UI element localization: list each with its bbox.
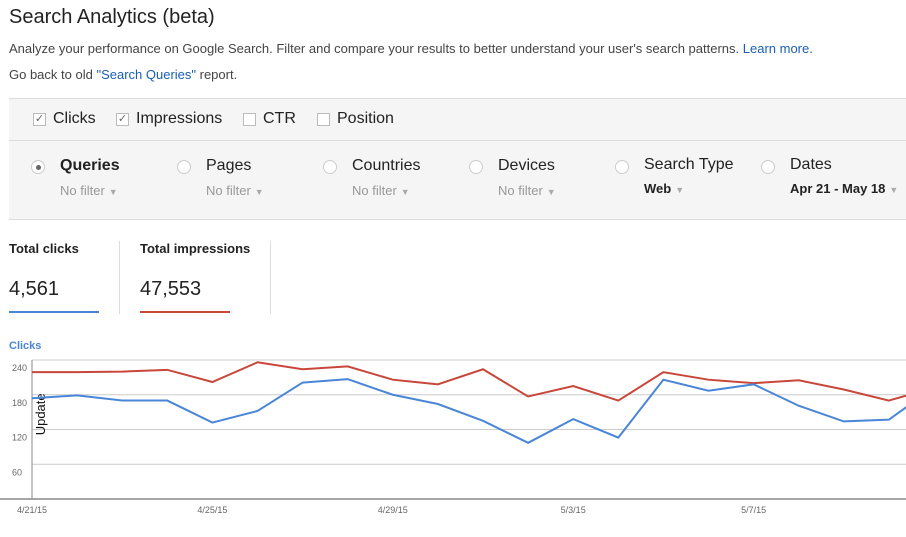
chart-title: Clicks: [9, 340, 41, 352]
radio-icon[interactable]: [761, 160, 775, 174]
y-tick-label: 240: [12, 363, 27, 373]
filter-dropdown[interactable]: No filter ▼: [60, 183, 118, 198]
filter-panel: ✓ Clicks ✓ Impressions CTR Position Querie…: [9, 98, 906, 220]
total-value: 4,561: [9, 278, 60, 300]
dimension-label: Queries: [60, 157, 120, 174]
caret-down-icon: ▼: [675, 185, 685, 195]
dimension-label: Countries: [352, 157, 421, 174]
metric-label: CTR: [263, 110, 296, 127]
old-report-text: Go back to old "Search Queries" report.: [9, 67, 237, 82]
old-report-prefix: Go back to old: [9, 67, 97, 82]
filter-value: No filter: [60, 183, 105, 198]
page-description: Analyze your performance on Google Searc…: [9, 41, 813, 56]
metric-impressions-checkbox[interactable]: ✓ Impressions: [116, 110, 222, 128]
learn-more-link[interactable]: Learn more.: [743, 41, 813, 56]
clicks-underline: [9, 311, 99, 313]
radio-icon[interactable]: [177, 160, 191, 174]
search-queries-link[interactable]: "Search Queries": [96, 67, 196, 82]
checkbox-icon: [317, 112, 330, 126]
filter-dropdown[interactable]: No filter ▼: [352, 183, 410, 198]
metric-ctr-checkbox[interactable]: CTR: [243, 110, 296, 128]
filter-dropdown[interactable]: No filter ▼: [206, 183, 264, 198]
metrics-bar: ✓ Clicks ✓ Impressions CTR Position: [9, 99, 906, 141]
y-tick-label: 120: [12, 433, 27, 443]
y-tick-label: 180: [12, 398, 27, 408]
checkbox-icon: ✓: [33, 112, 46, 126]
total-impressions-card[interactable]: Total impressions 47,553: [140, 241, 251, 313]
radio-icon[interactable]: [323, 160, 337, 174]
filter-value: No filter: [352, 183, 397, 198]
filter-value: No filter: [206, 183, 251, 198]
metric-clicks-checkbox[interactable]: ✓ Clicks: [33, 110, 96, 128]
metric-label: Impressions: [136, 110, 223, 127]
radio-icon[interactable]: [31, 160, 45, 174]
x-tick-label: 5/7/15: [741, 505, 766, 515]
divider: [270, 241, 271, 314]
total-label: Total impressions: [140, 241, 251, 256]
total-clicks-card[interactable]: Total clicks 4,561: [9, 241, 99, 313]
divider: [119, 241, 120, 314]
checkbox-icon: [243, 112, 256, 126]
caret-down-icon: ▼: [889, 185, 899, 195]
page-title: Search Analytics (beta): [9, 6, 215, 28]
x-tick-label: 4/25/15: [197, 505, 227, 515]
description-text: Analyze your performance on Google Searc…: [9, 41, 740, 56]
filter-dropdown[interactable]: Web ▼: [644, 181, 684, 196]
metric-label: Position: [337, 110, 394, 127]
x-tick-label: 4/29/15: [378, 505, 408, 515]
radio-icon[interactable]: [615, 160, 629, 174]
total-label: Total clicks: [9, 241, 79, 256]
caret-down-icon: ▼: [254, 187, 264, 197]
old-report-suffix: report.: [196, 67, 238, 82]
y-tick-label: 60: [12, 467, 22, 477]
x-tick-label: 5/3/15: [561, 505, 586, 515]
impressions-underline: [140, 311, 230, 313]
performance-chart: Clicks 60 120 180 240 4/21/15 4/25/15 4/29/15 5/…: [0, 340, 906, 515]
filter-value: No filter: [498, 183, 543, 198]
update-annotation: Update: [33, 393, 48, 435]
radio-icon[interactable]: [469, 160, 483, 174]
dimension-label: Devices: [498, 157, 555, 174]
x-tick-label: 4/21/15: [17, 505, 47, 515]
filter-dropdown[interactable]: Apr 21 - May 18 ▼: [790, 181, 898, 196]
filter-dropdown[interactable]: No filter ▼: [498, 183, 556, 198]
metric-label: Clicks: [53, 110, 96, 127]
dimension-label: Dates: [790, 156, 832, 173]
caret-down-icon: ▼: [546, 187, 556, 197]
dimension-label: Search Type: [644, 156, 734, 173]
total-value: 47,553: [140, 278, 202, 300]
metric-position-checkbox[interactable]: Position: [317, 110, 394, 128]
series-line-clicks: [31, 378, 906, 444]
caret-down-icon: ▼: [108, 187, 118, 197]
filter-value: Apr 21 - May 18: [790, 181, 886, 196]
checkbox-icon: ✓: [116, 112, 129, 126]
filter-value: Web: [644, 181, 672, 196]
dimension-label: Pages: [206, 157, 252, 174]
caret-down-icon: ▼: [400, 187, 410, 197]
